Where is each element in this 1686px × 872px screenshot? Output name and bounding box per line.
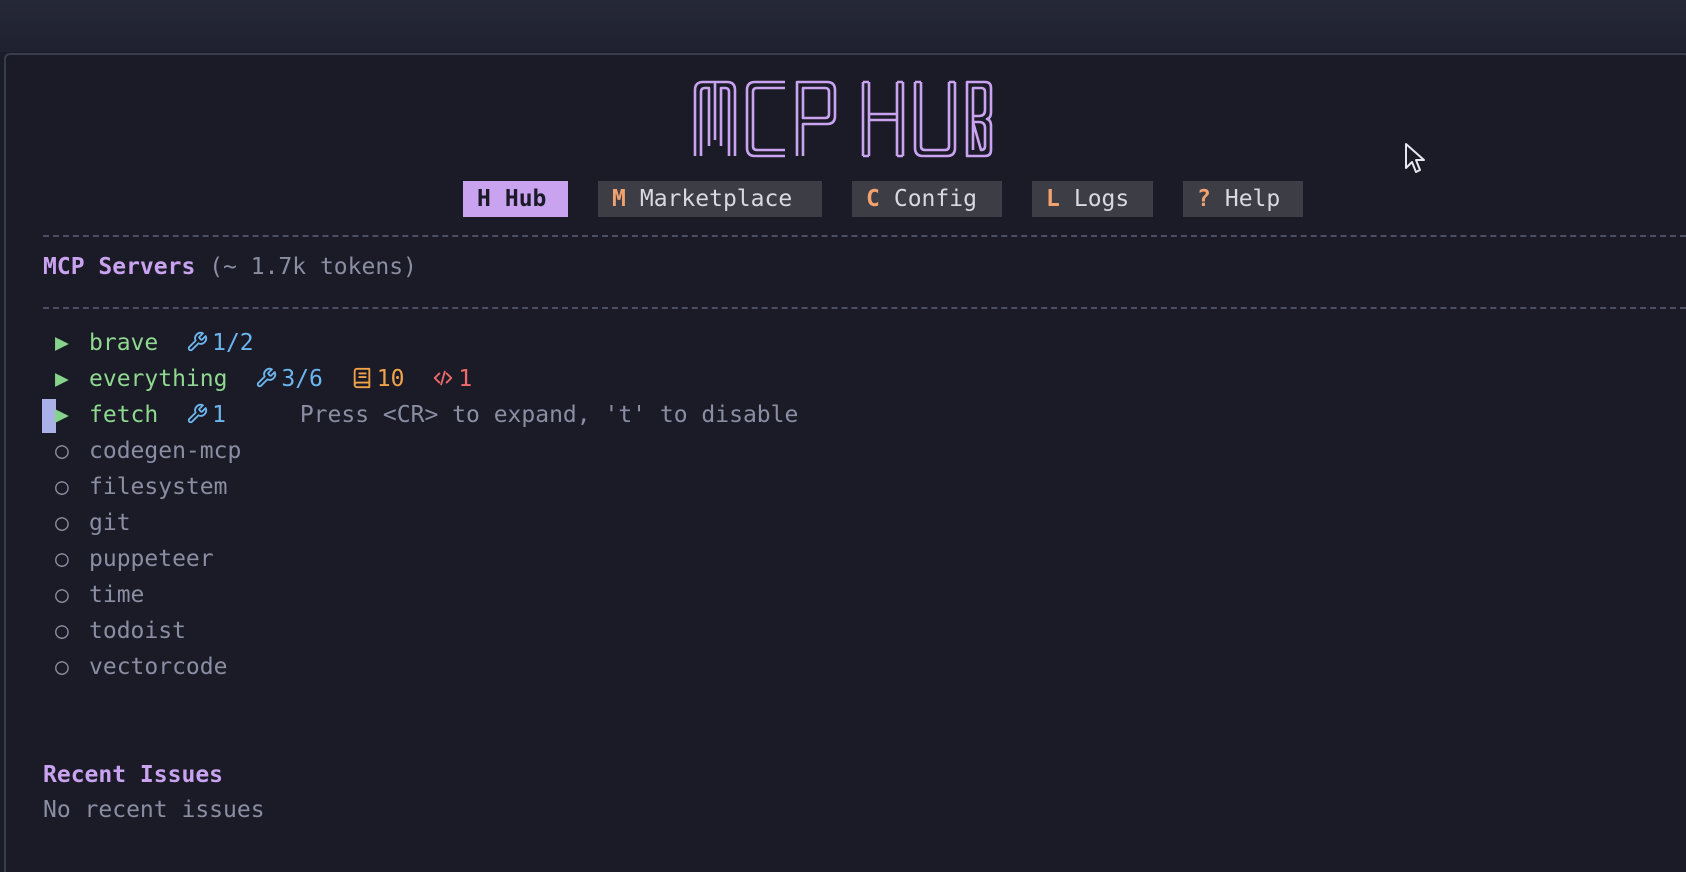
server-resources-count: 10	[351, 366, 405, 392]
tab-hub-label: Hub	[504, 186, 547, 212]
server-row-todoist[interactable]: ○ todoist	[55, 614, 186, 648]
server-row-git[interactable]: ○ git	[55, 506, 131, 540]
wrench-icon	[188, 403, 208, 424]
tab-config[interactable]: C Config	[852, 181, 1002, 217]
server-row-puppeteer[interactable]: ○ puppeteer	[55, 542, 214, 576]
tab-marketplace-label: Marketplace	[639, 186, 793, 212]
circle-outline-icon: ○	[55, 582, 69, 608]
server-row-codegen-mcp[interactable]: ○ codegen-mcp	[55, 434, 241, 468]
circle-outline-icon: ○	[55, 654, 69, 680]
circle-outline-icon: ○	[55, 474, 69, 500]
tab-help[interactable]: ? Help	[1183, 181, 1303, 217]
server-name: git	[89, 510, 131, 536]
mcp-hub-logo	[0, 76, 1686, 164]
server-prompts-count: 1	[432, 366, 472, 392]
server-name: puppeteer	[89, 546, 214, 572]
circle-outline-icon: ○	[55, 546, 69, 572]
server-tools-count: 1/2	[186, 330, 254, 356]
servers-token-count: (~ 1.7k tokens)	[209, 254, 417, 280]
server-row-fetch[interactable]: ▶ fetch 1 Press <CR> to expand, 't' to di…	[55, 398, 798, 432]
tools-count-text: 1/2	[212, 330, 254, 356]
server-name: fetch	[89, 402, 159, 428]
server-row-brave[interactable]: ▶ brave 1/2	[55, 326, 254, 360]
tab-help-key: ?	[1197, 186, 1211, 212]
terminal-title-bar	[0, 0, 1686, 52]
servers-title-text: MCP Servers	[43, 254, 196, 280]
resources-count-text: 10	[376, 366, 405, 392]
tab-marketplace-key: M	[612, 186, 626, 212]
pointer-graphic	[1405, 143, 1425, 173]
logo-graphic	[693, 80, 993, 158]
server-row-time[interactable]: ○ time	[55, 578, 144, 612]
play-triangle-icon: ▶	[55, 366, 69, 392]
tools-count-text: 1	[212, 402, 226, 428]
tab-hub-key: H	[477, 186, 491, 212]
row-hint-text: Press <CR> to expand, 't' to disable	[299, 402, 799, 428]
divider-top	[43, 235, 1686, 237]
server-tools-count: 3/6	[255, 366, 323, 392]
code-icon	[434, 370, 453, 386]
wrench-icon	[257, 367, 277, 388]
server-name: time	[89, 582, 145, 608]
tab-help-label: Help	[1224, 186, 1281, 212]
server-row-everything[interactable]: ▶ everything 3/6 10 1	[55, 362, 472, 396]
tab-bar: H Hub M Marketplace C Config L Logs ? Help	[0, 181, 1686, 217]
server-tools-count: 1	[186, 402, 226, 428]
tab-config-label: Config	[893, 186, 977, 212]
circle-outline-icon: ○	[55, 618, 69, 644]
play-triangle-icon: ▶	[55, 330, 69, 356]
book-icon	[353, 367, 370, 389]
divider-servers	[43, 307, 1686, 309]
issues-section-title: Recent Issues	[43, 762, 224, 788]
circle-outline-icon: ○	[55, 438, 69, 464]
tab-config-key: C	[866, 186, 880, 212]
servers-section-title: MCP Servers (~ 1.7k tokens)	[43, 254, 417, 280]
text-cursor	[42, 399, 56, 433]
server-name: everything	[89, 366, 228, 392]
server-name: todoist	[89, 618, 186, 644]
wrench-icon	[188, 331, 208, 352]
circle-outline-icon: ○	[55, 510, 69, 536]
mcp-hub-window	[4, 53, 1686, 872]
server-name: filesystem	[89, 474, 228, 500]
tab-hub[interactable]: H Hub	[463, 181, 568, 217]
tab-logs-label: Logs	[1073, 186, 1130, 212]
tab-logs-key: L	[1046, 186, 1060, 212]
tab-logs[interactable]: L Logs	[1032, 181, 1153, 217]
server-row-filesystem[interactable]: ○ filesystem	[55, 470, 227, 504]
server-name: brave	[89, 330, 159, 356]
mouse-pointer-icon	[1404, 142, 1428, 180]
play-triangle-icon: ▶	[55, 402, 69, 428]
tools-count-text: 3/6	[281, 366, 323, 392]
server-name: vectorcode	[89, 654, 228, 680]
issues-empty-text: No recent issues	[43, 797, 265, 823]
tab-marketplace[interactable]: M Marketplace	[598, 181, 822, 217]
server-name: codegen-mcp	[89, 438, 242, 464]
server-row-vectorcode[interactable]: ○ vectorcode	[55, 650, 227, 684]
prompts-count-text: 1	[458, 366, 473, 392]
